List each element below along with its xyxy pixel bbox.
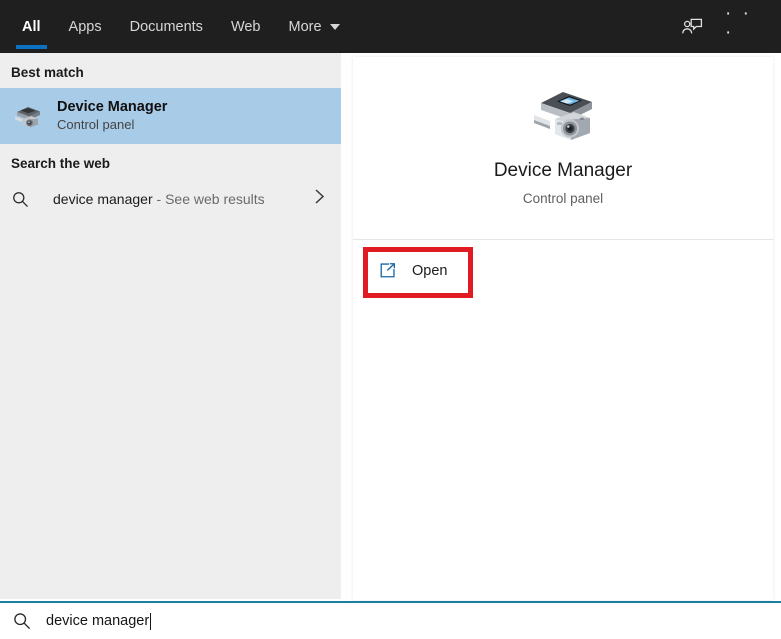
web-search-result-item[interactable]: device manager - See web results (0, 179, 341, 219)
tab-documents-label: Documents (130, 19, 203, 35)
preview-actions: Open (353, 240, 773, 289)
chevron-right-icon[interactable] (312, 187, 327, 211)
web-search-query: device manager (53, 191, 153, 207)
result-item-subtitle: Control panel (57, 116, 167, 134)
web-search-label: device manager - See web results (53, 191, 265, 207)
search-icon (11, 190, 39, 209)
result-item-device-manager[interactable]: Device Manager Control panel (0, 88, 341, 144)
search-tab-bar: All Apps Documents Web More · · · (0, 0, 781, 53)
tab-list: All Apps Documents Web More (0, 0, 354, 53)
taskbar-search-bar[interactable]: device manager (0, 601, 781, 639)
open-button[interactable]: Open (367, 252, 473, 289)
tab-apps-label: Apps (69, 19, 102, 35)
best-match-header: Best match (0, 53, 341, 88)
tab-all[interactable]: All (8, 0, 55, 53)
feedback-person-icon[interactable] (671, 5, 713, 49)
device-manager-large-icon (524, 80, 602, 146)
ellipsis-label: · · · (725, 4, 767, 42)
search-results-panel: Best match Device Manager Control pane (0, 53, 341, 599)
tab-bar-actions: · · · (671, 0, 781, 53)
tab-more[interactable]: More (275, 0, 354, 53)
preview-title: Device Manager (494, 160, 632, 182)
preview-subtitle: Control panel (523, 191, 603, 206)
preview-header: Device Manager Control panel (353, 57, 773, 240)
search-input[interactable]: device manager (46, 613, 149, 629)
open-external-icon (378, 261, 398, 281)
web-search-suffix: - See web results (153, 191, 265, 207)
search-the-web-header: Search the web (0, 144, 341, 179)
result-item-text: Device Manager Control panel (57, 98, 167, 134)
tab-all-label: All (22, 19, 41, 35)
result-item-title: Device Manager (57, 98, 167, 116)
tab-documents[interactable]: Documents (116, 0, 217, 53)
text-cursor (150, 613, 151, 630)
tab-web[interactable]: Web (217, 0, 275, 53)
search-icon (12, 611, 38, 631)
tab-apps[interactable]: Apps (55, 0, 116, 53)
chevron-down-icon (330, 24, 340, 30)
tab-web-label: Web (231, 19, 261, 35)
tab-active-underline (16, 45, 47, 49)
ellipsis-icon[interactable]: · · · (725, 1, 767, 53)
app-preview-panel: Device Manager Control panel Open (353, 57, 773, 600)
tab-more-label: More (289, 19, 322, 35)
open-button-label: Open (412, 263, 447, 279)
device-manager-icon (11, 99, 45, 133)
